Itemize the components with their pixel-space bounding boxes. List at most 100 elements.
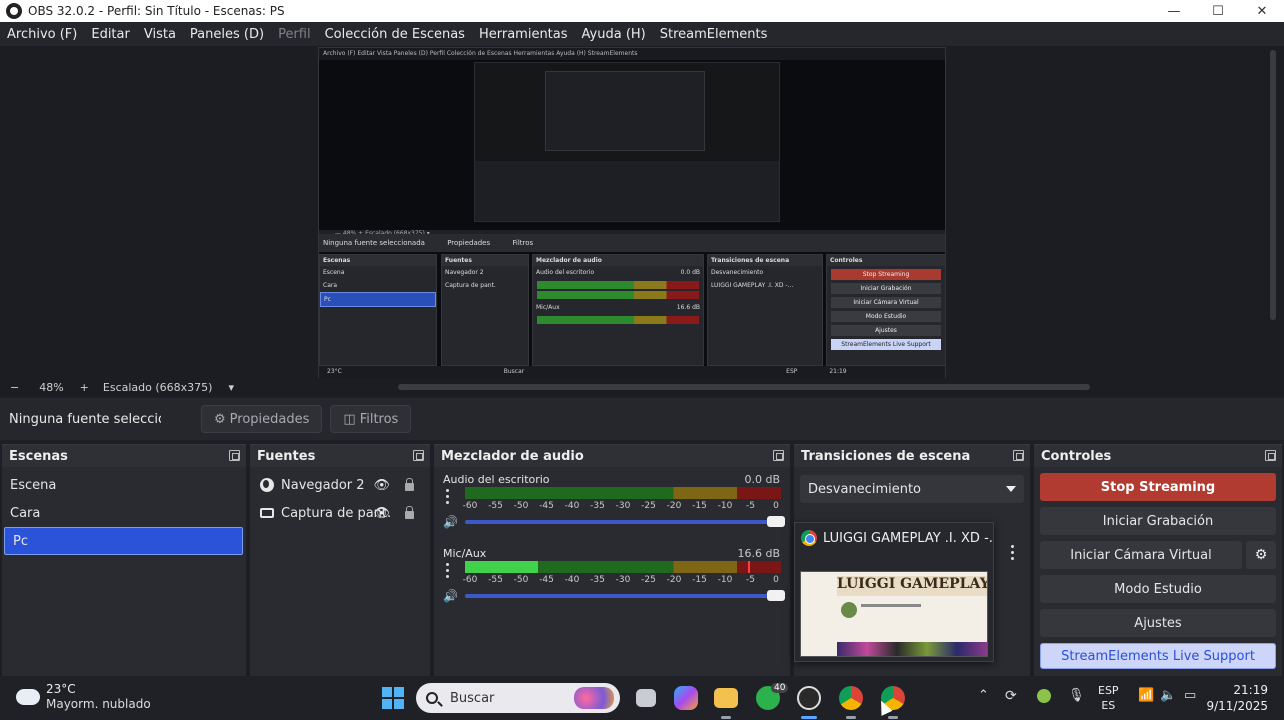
menu-streamelements[interactable]: StreamElements (660, 27, 768, 42)
menu-coleccion-escenas[interactable]: Colección de Escenas (325, 27, 465, 42)
transition-select[interactable]: Desvanecimiento (800, 475, 1024, 503)
volume-icon[interactable]: 🔈 (1160, 688, 1176, 703)
undock-icon[interactable] (773, 450, 784, 461)
undock-icon[interactable] (229, 450, 240, 461)
wifi-icon[interactable]: 📶 (1138, 688, 1154, 703)
scene-item-cara[interactable]: Cara (2, 499, 246, 527)
menu-paneles[interactable]: Paneles (D) (190, 27, 264, 42)
speaker-icon[interactable]: 🔊 (443, 515, 458, 529)
undock-icon[interactable] (1265, 450, 1276, 461)
app-tray-icon[interactable] (1037, 689, 1051, 703)
gear-icon: ⚙ (214, 411, 226, 427)
stop-streaming-button[interactable]: Stop Streaming (1040, 473, 1276, 501)
close-button[interactable]: ✕ (1240, 0, 1284, 22)
volume-slider[interactable] (465, 590, 785, 601)
sync-icon[interactable]: ⟳ (1005, 688, 1017, 704)
battery-icon[interactable]: ▭ (1184, 688, 1196, 703)
preview-properties-label: Propiedades (447, 239, 491, 247)
scenes-dock-header: Escenas (2, 445, 246, 467)
window-preview-popup[interactable]: LUIGGI GAMEPLAY .I. XD -... LUIGGI GAMEP… (794, 522, 994, 662)
more-options-icon[interactable] (446, 563, 450, 583)
meter-tick-label: -40 (564, 501, 580, 511)
obs-taskbar-icon[interactable] (797, 686, 821, 710)
properties-button[interactable]: ⚙ Propiedades (201, 405, 323, 433)
language-indicator[interactable]: ESP ES (1098, 683, 1119, 713)
more-options-icon[interactable] (446, 489, 450, 509)
preview-no-source-label: Ninguna fuente seleccionada (323, 239, 425, 247)
zoom-in-button[interactable]: + (80, 381, 89, 394)
weather-widget[interactable]: 23°C Mayorm. nublado (14, 682, 151, 712)
scene-item-escena[interactable]: Escena (2, 471, 246, 499)
task-view-icon[interactable] (636, 689, 656, 707)
minimize-button[interactable]: — (1152, 0, 1196, 22)
undock-icon[interactable] (413, 450, 424, 461)
meter-tick-label: -30 (615, 501, 631, 511)
eye-icon[interactable]: 👁 (373, 478, 390, 493)
eye-icon[interactable]: 👁 (373, 506, 390, 521)
start-recording-button[interactable]: Iniciar Grabación (1040, 507, 1276, 535)
popup-thumbnail[interactable]: LUIGGI GAMEPLAY .I. (800, 571, 988, 657)
slider-knob[interactable] (767, 516, 785, 527)
channel-avatar (841, 602, 857, 618)
program-preview[interactable]: Archivo (F) Editar Vista Paneles (D) Per… (318, 47, 946, 379)
preview-source-item: Navegador 2 (445, 269, 484, 276)
scenes-dock: Escenas Escena Cara Pc (2, 444, 246, 676)
menu-perfil[interactable]: Perfil (278, 27, 311, 42)
meter-tick-label: -5 (746, 501, 755, 511)
meter-tick-label: -55 (488, 575, 503, 585)
volume-slider[interactable] (465, 516, 785, 527)
transition-more-icon[interactable] (1011, 545, 1015, 563)
speaker-icon[interactable]: 🔊 (443, 589, 458, 603)
menu-vista[interactable]: Vista (144, 27, 176, 42)
preview-taskbar-temp: 23°C (327, 368, 342, 375)
preview-deeper-capture (545, 71, 705, 151)
chrome-icon[interactable] (839, 686, 863, 710)
studio-mode-button[interactable]: Modo Estudio (1040, 575, 1276, 603)
preview-ch1-db: 0.0 dB (680, 269, 700, 276)
settings-button[interactable]: Ajustes (1040, 609, 1276, 637)
copilot-icon[interactable] (674, 686, 698, 710)
undock-icon[interactable] (1013, 450, 1024, 461)
menu-ayuda[interactable]: Ayuda (H) (582, 27, 646, 42)
preview-nested-capture (474, 62, 780, 222)
preview-taskbar-lang: ESP (786, 368, 798, 375)
meter-tick-label: -5 (746, 575, 755, 585)
windows-start-icon[interactable] (382, 687, 404, 709)
meter-scale: -60 -55 -50 -45 -40 -35 -30 -25 -20 -15 -10 -5 0 (463, 501, 781, 513)
zoom-out-button[interactable]: − (10, 381, 19, 394)
preview-ch2-db: 16.6 dB (676, 304, 700, 311)
preview-area: Archivo (F) Editar Vista Paneles (D) Per… (0, 46, 1284, 379)
preview-source-bar: Ninguna fuente seleccionada Propiedades … (319, 234, 945, 252)
scene-item-pc[interactable]: Pc (4, 527, 243, 555)
source-item-captura[interactable]: Captura de pant. 👁 (250, 499, 430, 527)
horizontal-scrollbar[interactable] (398, 384, 1090, 390)
maximize-button[interactable]: ☐ (1196, 0, 1240, 22)
system-clock[interactable]: 21:19 9/11/2025 (1206, 682, 1268, 714)
taskbar-search[interactable]: Buscar (416, 683, 620, 713)
meter-tick-label: -15 (692, 575, 707, 585)
filters-button[interactable]: ◫ Filtros (330, 405, 412, 433)
preview-ctrl-button: Iniciar Grabación (831, 283, 941, 294)
slider-knob[interactable] (767, 590, 785, 601)
lock-icon[interactable] (405, 506, 414, 519)
file-explorer-icon[interactable] (714, 688, 738, 708)
start-virtual-camera-button[interactable]: Iniciar Cámara Virtual (1040, 541, 1242, 569)
search-highlight-icon (574, 687, 614, 709)
mixer-title: Mezclador de audio (441, 448, 584, 464)
menu-editar[interactable]: Editar (91, 27, 130, 42)
running-indicator (888, 716, 898, 719)
live-support-button[interactable]: StreamElements Live Support (1040, 643, 1276, 669)
virtual-camera-settings-icon[interactable]: ⚙ (1246, 541, 1276, 569)
source-name: Navegador 2 (281, 477, 365, 493)
chevron-up-icon[interactable]: ⌃ (978, 688, 989, 703)
meter-tick-label: -20 (666, 501, 682, 511)
menu-herramientas[interactable]: Herramientas (479, 27, 568, 42)
scaling-dropdown-icon[interactable]: ▾ (228, 381, 234, 394)
microphone-icon[interactable]: 🎙 (1068, 688, 1085, 703)
lock-icon[interactable] (405, 478, 414, 491)
vertical-scrollbar[interactable] (1270, 50, 1276, 320)
meter-tick-label: -35 (590, 575, 605, 585)
preview-taskbar: 23°C Buscar ESP 21:19 (319, 366, 945, 378)
menu-archivo[interactable]: Archivo (F) (7, 27, 77, 42)
source-item-navegador[interactable]: Navegador 2 👁 (250, 471, 430, 499)
